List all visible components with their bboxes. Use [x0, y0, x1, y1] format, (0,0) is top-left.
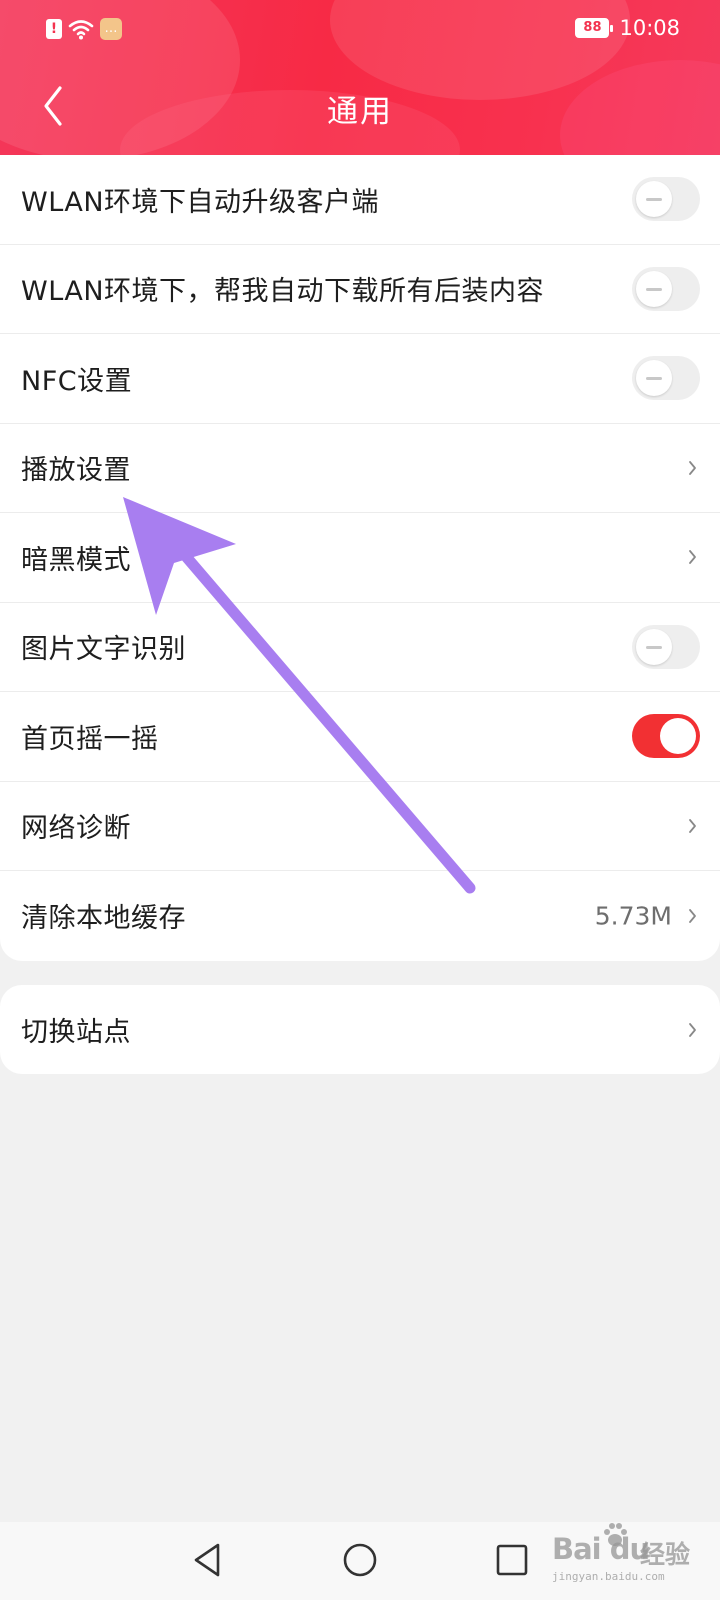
- circle-home-icon[interactable]: [338, 1538, 382, 1582]
- setting-row[interactable]: 暗黑模式: [0, 513, 720, 603]
- toggle-knob: [660, 718, 696, 755]
- toggle-switch[interactable]: [632, 177, 700, 222]
- toggle-switch[interactable]: [632, 714, 700, 759]
- setting-label: 播放设置: [21, 455, 131, 487]
- watermark-label: 经验: [640, 1540, 691, 1569]
- chevron-right-icon: [689, 1022, 696, 1037]
- toggle-knob: [636, 270, 672, 307]
- setting-value: 5.73M: [594, 901, 672, 931]
- toggle-knob: [636, 360, 672, 397]
- watermark-url: jingyan.baidu.com: [552, 1570, 665, 1583]
- chevron-right-icon: [689, 460, 696, 475]
- toggle-switch[interactable]: [632, 266, 700, 311]
- message-notification-icon: …: [100, 18, 122, 40]
- toggle-knob: [636, 181, 672, 218]
- setting-row[interactable]: WLAN环境下，帮我自动下载所有后装内容: [0, 245, 720, 334]
- setting-row[interactable]: 清除本地缓存 5.73M: [0, 871, 720, 961]
- setting-row[interactable]: WLAN环境下自动升级客户端: [0, 155, 720, 245]
- status-bar: ! … 88 10:08: [0, 0, 720, 60]
- paw-logo-icon: [604, 1523, 627, 1546]
- triangle-back-icon[interactable]: [186, 1538, 230, 1582]
- setting-row[interactable]: 图片文字识别: [0, 603, 720, 692]
- setting-row[interactable]: 首页摇一摇: [0, 692, 720, 782]
- setting-label: 切换站点: [21, 1017, 131, 1048]
- chevron-right-icon: [689, 818, 696, 833]
- toggle-switch[interactable]: [632, 624, 700, 669]
- setting-label: 清除本地缓存: [21, 903, 186, 935]
- setting-label: NFC设置: [21, 365, 133, 397]
- status-right: 88 10:08: [575, 16, 680, 40]
- setting-label: 网络诊断: [21, 813, 131, 845]
- setting-row[interactable]: NFC设置: [0, 334, 720, 424]
- baidu-jingyan-watermark: Bai du 经验 jingyan.baidu.com: [548, 1520, 713, 1590]
- square-recent-icon[interactable]: [490, 1538, 534, 1582]
- wifi-icon: [68, 20, 94, 40]
- site-switch-card: 切换站点: [0, 985, 720, 1074]
- setting-label: 暗黑模式: [21, 544, 131, 576]
- battery-icon: 88: [575, 18, 614, 38]
- header: ! … 88 10:08 通用: [0, 0, 720, 155]
- toggle-switch[interactable]: [632, 356, 700, 401]
- setting-row-switch-site[interactable]: 切换站点: [0, 985, 720, 1074]
- chevron-right-icon: [689, 550, 696, 565]
- page-title: 通用: [327, 94, 393, 130]
- setting-label: 图片文字识别: [21, 634, 186, 666]
- status-icons: ! …: [46, 18, 122, 40]
- chevron-right-icon: [689, 908, 696, 923]
- status-time: 10:08: [619, 16, 680, 40]
- setting-row[interactable]: 播放设置: [0, 424, 720, 513]
- setting-label: WLAN环境下自动升级客户端: [21, 186, 380, 218]
- setting-row[interactable]: 网络诊断: [0, 782, 720, 871]
- settings-card: WLAN环境下自动升级客户端 WLAN环境下，帮我自动下载所有后装内容 NFC设置播…: [0, 155, 720, 961]
- alert-icon: !: [46, 19, 62, 39]
- setting-label: WLAN环境下，帮我自动下载所有后装内容: [21, 276, 545, 308]
- toggle-knob: [636, 628, 672, 665]
- setting-label: 首页摇一摇: [21, 723, 159, 755]
